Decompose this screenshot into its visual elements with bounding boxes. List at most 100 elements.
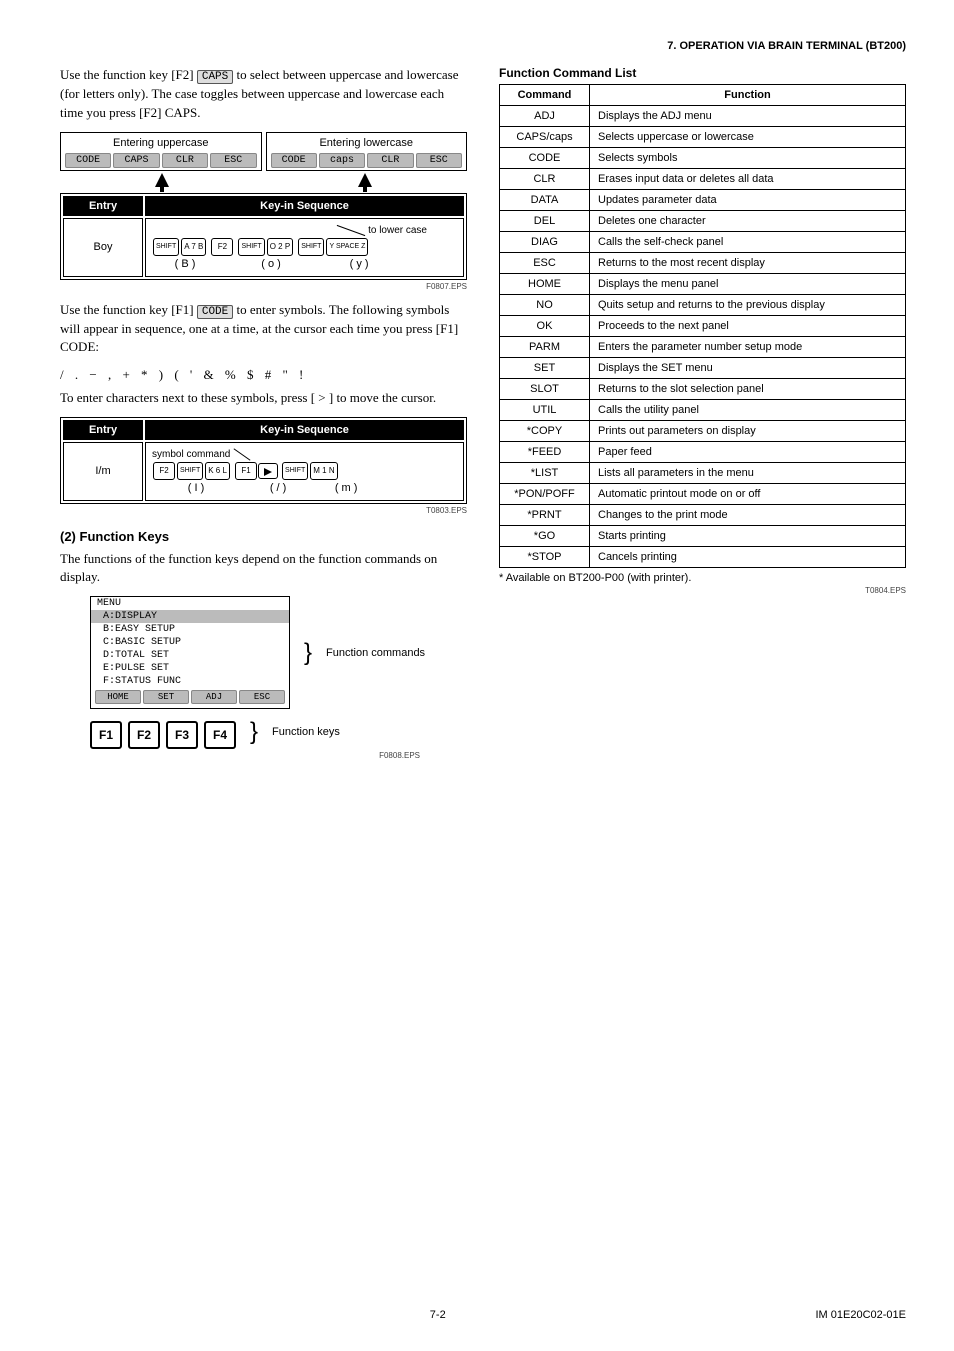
key: K 6 L — [205, 462, 230, 480]
func-cell: Displays the SET menu — [590, 358, 906, 379]
sequence-cell: symbol command F2SHIFTK 6 L F1 SHIFTM 1 … — [145, 442, 464, 501]
table-row: *FEEDPaper feed — [500, 442, 906, 463]
cmd-cell: OK — [500, 316, 590, 337]
letter-label: ( y ) — [324, 258, 394, 270]
toolbar-btn: ESC — [416, 153, 462, 168]
up-arrow-icon — [155, 173, 169, 187]
func-cell: Displays the ADJ menu — [590, 106, 906, 127]
figure-label: F0808.EPS — [60, 751, 420, 760]
func-cell: Returns to the slot selection panel — [590, 379, 906, 400]
paragraph-cursor: To enter characters next to these symbol… — [60, 389, 467, 407]
entry-table: Entry Key-in Sequence Boy to lower case … — [60, 193, 467, 280]
cmd-cell: *GO — [500, 526, 590, 547]
left-column: Use the function key [F2] CAPS to select… — [60, 66, 467, 770]
toolbar-btn: CODE — [271, 153, 317, 168]
brace-icon: } — [304, 639, 312, 667]
right-arrow-key-icon — [258, 463, 278, 479]
table-row: CODESelects symbols — [500, 148, 906, 169]
panel-line: F:STATUS FUNC — [91, 675, 289, 688]
table-row: NOQuits setup and returns to the previou… — [500, 295, 906, 316]
key: SHIFT — [282, 462, 308, 480]
table-row: *LISTLists all parameters in the menu — [500, 463, 906, 484]
table-row: HOMEDisplays the menu panel — [500, 274, 906, 295]
toolbar-btn: CODE — [65, 153, 111, 168]
table-row: DELDeletes one character — [500, 211, 906, 232]
content-columns: Use the function key [F2] CAPS to select… — [60, 66, 906, 770]
entering-lowercase-box: Entering lowercase CODE caps CLR ESC — [266, 132, 468, 171]
section-header: 7. OPERATION VIA BRAIN TERMINAL (BT200) — [60, 40, 906, 52]
figure-uppercase-lowercase: Entering uppercase CODE CAPS CLR ESC Ent… — [60, 132, 467, 280]
panel-line-highlighted: A:DISPLAY — [91, 610, 289, 623]
cmd-cell: *PON/POFF — [500, 484, 590, 505]
table-row: UTILCalls the utility panel — [500, 400, 906, 421]
key: Y SPACE Z — [326, 238, 368, 256]
func-cell: Changes to the print mode — [590, 505, 906, 526]
func-cell: Proceeds to the next panel — [590, 316, 906, 337]
table-row: ADJDisplays the ADJ menu — [500, 106, 906, 127]
annotation: symbol command — [152, 449, 230, 460]
func-cell: Quits setup and returns to the previous … — [590, 295, 906, 316]
th-function: Function — [590, 85, 906, 106]
toolbar-btn: CAPS — [113, 153, 159, 168]
letter-label: ( I ) — [152, 482, 240, 494]
func-cell: Enters the parameter number setup mode — [590, 337, 906, 358]
cmd-cell: DIAG — [500, 232, 590, 253]
cmd-cell: ADJ — [500, 106, 590, 127]
key: F1 — [235, 462, 257, 480]
symbol-list: / . − , + * ) ( ' & % $ # " ! — [60, 367, 467, 383]
cmd-cell: SET — [500, 358, 590, 379]
func-cell: Lists all parameters in the menu — [590, 463, 906, 484]
key: SHIFT — [177, 462, 203, 480]
key: SHIFT — [238, 238, 264, 256]
func-cell: Returns to the most recent display — [590, 253, 906, 274]
letter-label: ( o ) — [221, 258, 321, 270]
figure-label: T0803.EPS — [60, 506, 467, 515]
letter-label: ( B ) — [152, 258, 218, 270]
key: O 2 P — [267, 238, 293, 256]
table-row: DATAUpdates parameter data — [500, 190, 906, 211]
caps-keycap: CAPS — [197, 70, 233, 84]
entering-uppercase-box: Entering uppercase CODE CAPS CLR ESC — [60, 132, 262, 171]
text: Use the function key [F1] — [60, 302, 197, 317]
key: M 1 N — [310, 462, 337, 480]
doc-number: IM 01E20C02-01E — [816, 1309, 907, 1321]
key: F2 — [211, 238, 233, 256]
toolbar-btn: caps — [319, 153, 365, 168]
cmd-cell: PARM — [500, 337, 590, 358]
table-row: *PRNTChanges to the print mode — [500, 505, 906, 526]
panel-line: B:EASY SETUP — [91, 623, 289, 636]
fkey: F1 — [90, 721, 122, 749]
cmd-cell: CAPS/caps — [500, 127, 590, 148]
figure-label: F0807.EPS — [60, 282, 467, 291]
cmd-cell: DATA — [500, 190, 590, 211]
func-cell: Updates parameter data — [590, 190, 906, 211]
panel-btn: ADJ — [191, 690, 237, 704]
function-commands-label: Function commands — [326, 647, 425, 659]
func-cell: Calls the self-check panel — [590, 232, 906, 253]
cmd-cell: *STOP — [500, 547, 590, 568]
command-table: Command Function ADJDisplays the ADJ men… — [499, 84, 906, 568]
paragraph-caps: Use the function key [F2] CAPS to select… — [60, 66, 467, 122]
table-row: SLOTReturns to the slot selection panel — [500, 379, 906, 400]
label: Entering uppercase — [61, 137, 261, 149]
cmd-cell: *COPY — [500, 421, 590, 442]
brace-icon: } — [250, 718, 258, 746]
th-sequence: Key-in Sequence — [145, 420, 464, 440]
cmd-cell: SLOT — [500, 379, 590, 400]
table-row: *STOPCancels printing — [500, 547, 906, 568]
right-column: Function Command List Command Function A… — [499, 66, 906, 770]
table-row: ESCReturns to the most recent display — [500, 253, 906, 274]
func-cell: Calls the utility panel — [590, 400, 906, 421]
page-footer: 7-2 IM 01E20C02-01E — [0, 1309, 954, 1321]
func-cell: Prints out parameters on display — [590, 421, 906, 442]
table-row: DIAGCalls the self-check panel — [500, 232, 906, 253]
func-cell: Starts printing — [590, 526, 906, 547]
cmd-cell: *FEED — [500, 442, 590, 463]
panel-line: C:BASIC SETUP — [91, 636, 289, 649]
key: A 7 B — [181, 238, 206, 256]
fkey: F2 — [128, 721, 160, 749]
panel-line: D:TOTAL SET — [91, 649, 289, 662]
panel-line: MENU — [91, 597, 289, 610]
panel-btn: HOME — [95, 690, 141, 704]
subsection-heading: (2) Function Keys — [60, 529, 467, 544]
